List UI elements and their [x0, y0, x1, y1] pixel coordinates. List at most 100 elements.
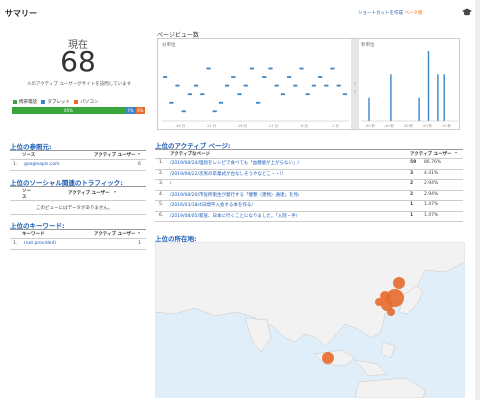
location-marker[interactable]: [322, 352, 334, 364]
minute-tick-label: -11 分: [268, 123, 279, 128]
divider: [10, 200, 146, 201]
active-page-index: 2.: [159, 170, 164, 176]
active-pages-col-page: アクティブなページ: [170, 152, 210, 157]
divider: [10, 170, 146, 171]
minute-bar[interactable]: [175, 84, 180, 87]
create-shortcut-link[interactable]: ショートカットを作成 ベータ版: [358, 10, 422, 16]
active-page-users: 2: [410, 181, 414, 186]
referral-row-users: 6: [138, 162, 141, 167]
sort-arrow-icon[interactable]: ▾: [138, 230, 140, 235]
split-mobile: 85%: [12, 107, 126, 114]
divider: [155, 200, 463, 201]
referrals-col-source: ソース: [22, 153, 36, 158]
minute-bar[interactable]: [342, 93, 347, 96]
minute-bar[interactable]: [311, 84, 316, 87]
divider: [10, 214, 146, 215]
keywords-col-users[interactable]: アクティブ ユーザー: [94, 231, 135, 237]
minute-bar[interactable]: [225, 84, 230, 87]
active-page-link[interactable]: /2019/08/20/市役所衛生が発行する「痩整（建物）通達」を見/: [170, 192, 299, 198]
minute-bar[interactable]: [243, 84, 248, 87]
second-bar[interactable]: [437, 74, 439, 121]
pageviews-chart: ‹ › 分単位 秒単位 -26 分 -21 分 -16 分 -11 分 -6 分 -1 分…: [157, 38, 460, 130]
minute-bar[interactable]: [330, 67, 335, 70]
second-tick-label: -20 秒: [422, 123, 433, 128]
active-page-percent: 2.94%: [424, 191, 439, 197]
location-map[interactable]: [154, 241, 466, 399]
sort-arrow-icon[interactable]: ▾: [138, 151, 140, 156]
minute-bar[interactable]: [318, 76, 323, 78]
active-page-percent: 2.94%: [424, 181, 439, 186]
minute-bar[interactable]: [262, 76, 267, 78]
minute-bar[interactable]: [274, 84, 279, 87]
minute-tick-label: -16 分: [237, 123, 248, 128]
second-bar[interactable]: [390, 74, 392, 121]
minute-bar[interactable]: [187, 93, 192, 96]
minute-label: 分単位: [162, 41, 176, 48]
active-page-link[interactable]: /2019/08/24/理屈をレシピで食べても「血糖値が上がらない」/: [170, 160, 299, 166]
active-page-index: 3.: [159, 181, 164, 186]
active-page-index: 1.: [159, 160, 164, 165]
minute-bar[interactable]: [293, 84, 298, 87]
beta-badge: ベータ版: [404, 11, 423, 16]
sort-arrow-icon[interactable]: ▾: [455, 150, 457, 155]
second-bar[interactable]: [368, 97, 370, 121]
active-page-percent: 4.41%: [424, 170, 439, 176]
desktop-swatch: [74, 99, 79, 104]
legend-desktop: パソコン: [74, 99, 98, 105]
minute-tick-label: -26 分: [175, 123, 186, 128]
minute-bar[interactable]: [218, 101, 223, 104]
minute-bar[interactable]: [212, 110, 217, 113]
second-bar[interactable]: [443, 74, 445, 121]
active-page-users: 1: [410, 212, 414, 218]
minute-bar[interactable]: [324, 84, 329, 87]
minute-tick-label: -21 分: [206, 123, 217, 128]
divider: [10, 238, 146, 239]
divider: [155, 158, 463, 159]
second-tick-label: -30 秒: [403, 123, 414, 128]
active-pages-col-users[interactable]: アクティブ ユーザー: [410, 151, 451, 157]
location-marker[interactable]: [375, 298, 383, 306]
split-desktop: 6%: [135, 107, 145, 114]
location-marker[interactable]: [387, 308, 395, 316]
minute-bar[interactable]: [163, 76, 168, 78]
location-marker[interactable]: [393, 277, 405, 289]
referral-row-source[interactable]: googleapis.com: [24, 162, 60, 167]
divider: [10, 249, 146, 250]
mobile-swatch: [13, 99, 17, 104]
second-label: 秒単位: [361, 41, 375, 48]
minute-bar[interactable]: [237, 93, 242, 96]
active-page-link[interactable]: /2019/08/05/家族、日本に行くことになりました。「入院・手/: [170, 213, 297, 219]
minute-bar[interactable]: [336, 84, 341, 87]
minute-bar[interactable]: [256, 101, 261, 104]
minute-bar[interactable]: [181, 110, 186, 113]
second-bar[interactable]: [427, 51, 430, 121]
split-tablet: 7%: [125, 107, 136, 114]
sort-arrow-icon[interactable]: ▾: [114, 189, 116, 194]
active-page-link[interactable]: /2019/08/22/次男の卒業式が台なしそうやなどこ・・!/: [170, 171, 283, 177]
social-col-users[interactable]: アクティブ ユーザー: [68, 190, 109, 196]
graduation-cap-icon[interactable]: [462, 8, 472, 18]
minute-bar[interactable]: [305, 93, 310, 96]
minute-bar[interactable]: [299, 67, 304, 70]
divider: [155, 210, 463, 212]
landmass-india: [244, 317, 272, 353]
active-page-percent: 86.76%: [424, 160, 442, 165]
minute-bar[interactable]: [268, 67, 273, 70]
active-page-link[interactable]: /2016/03/18/4日間平入会する本を作る/: [170, 202, 253, 208]
minute-bar[interactable]: [194, 84, 199, 87]
minute-bar[interactable]: [206, 67, 211, 70]
minute-bar[interactable]: [280, 93, 285, 96]
minute-bar[interactable]: [231, 76, 236, 78]
active-page-users: 59: [410, 160, 417, 165]
minute-bar[interactable]: [287, 76, 292, 78]
active-page-percent: 1.47%: [424, 212, 439, 218]
keyword-row-users: 1: [138, 241, 141, 246]
minute-bar[interactable]: [249, 67, 254, 70]
second-bar[interactable]: [418, 97, 420, 121]
divider: [10, 229, 146, 230]
referrals-col-users[interactable]: アクティブ ユーザー: [94, 152, 135, 158]
minute-bar[interactable]: [169, 101, 174, 104]
minute-bar[interactable]: [200, 93, 205, 96]
keyword-row-name[interactable]: (not provided): [24, 241, 56, 246]
active-page-link[interactable]: /: [170, 181, 172, 186]
